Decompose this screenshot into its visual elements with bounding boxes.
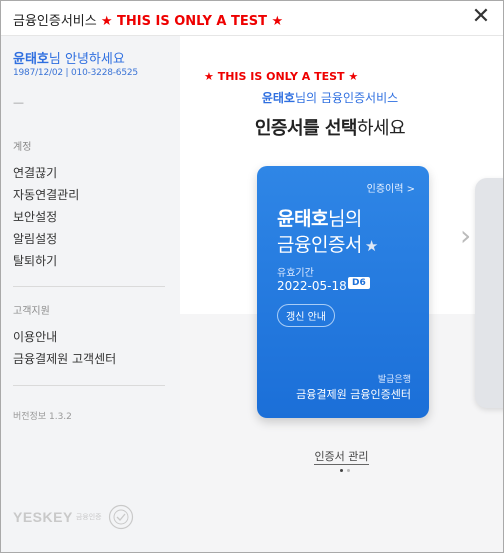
divider (13, 286, 165, 287)
card-owner-suffix: 님의 (327, 208, 362, 230)
menu-customer-center[interactable]: 금융결제원 고객센터 (13, 350, 116, 367)
page-dot[interactable] (347, 469, 350, 472)
page-dot[interactable] (340, 469, 343, 472)
placeholder-dash: — (13, 96, 24, 109)
account-section-label: 계정 (13, 142, 32, 153)
validity-label: 유효기간 (277, 268, 314, 279)
title-bar: 금융인증서비스 ★ THIS IS ONLY A TEST ★ ✕ (1, 1, 503, 36)
card-cert-name: 금융인증서 ★ (277, 230, 378, 257)
menu-withdraw[interactable]: 탈퇴하기 (13, 252, 57, 269)
certificate-card[interactable]: 인증이력 > 윤태호님의 금융인증서 ★ 유효기간 2022-05-18 D6 갱… (257, 166, 429, 418)
card-owner: 윤태호님의 (277, 204, 362, 231)
logo-sub: 금융인증 (75, 513, 102, 521)
version-info: 버전정보 1.3.2 (13, 412, 72, 422)
manage-certificate-link[interactable]: 인증서 관리 (314, 450, 369, 465)
user-info: 1987/12/02 | 010-3228-6525 (13, 68, 138, 78)
menu-disconnect[interactable]: 연결끊기 (13, 164, 57, 181)
page-indicator (340, 469, 350, 472)
cert-name-text: 금융인증서 (277, 234, 362, 256)
greeting-suffix: 님 안녕하세요 (48, 52, 125, 67)
page-heading: 인증서를 선택하세요 (180, 114, 480, 140)
renew-info-button[interactable]: 갱신 안내 (277, 304, 335, 327)
window-title: 금융인증서비스 ★ THIS IS ONLY A TEST ★ (13, 10, 283, 29)
support-section-label: 고객지원 (13, 306, 50, 317)
issuer-name: 금융결제원 금융인증센터 (296, 388, 411, 401)
validity-date: 2022-05-18 (277, 279, 347, 293)
certificate-window: 금융인증서비스 ★ THIS IS ONLY A TEST ★ ✕ 윤태호님 안… (0, 0, 504, 553)
issuer-label: 발급은행 (377, 375, 411, 385)
heading-rest: 하세요 (356, 118, 406, 139)
test-badge: ★ THIS IS ONLY A TEST ★ (100, 14, 284, 29)
star-icon: ★ (364, 237, 378, 255)
menu-usage-guide[interactable]: 이용안내 (13, 328, 57, 345)
close-button[interactable]: ✕ (467, 4, 495, 32)
dday-badge: D6 (348, 277, 370, 289)
menu-security-settings[interactable]: 보안설정 (13, 208, 57, 225)
sidebar: 윤태호님 안녕하세요 1987/12/02 | 010-3228-6525 — … (1, 36, 180, 552)
yeskey-logo: YESKEY 금융인증 (13, 504, 134, 530)
user-name: 윤태호 (13, 52, 49, 67)
auth-history-link[interactable]: 인증이력 > (367, 180, 415, 195)
card-owner-name: 윤태호 (277, 208, 328, 230)
greeting: 윤태호님 안녕하세요 (13, 48, 125, 67)
heading-bold: 인증서를 선택 (254, 118, 358, 139)
main-panel: ★ THIS IS ONLY A TEST ★ 윤태호님의 금융인증서비스 인증… (180, 36, 503, 552)
trust-seal-icon (108, 504, 133, 530)
main-test-badge: ★ THIS IS ONLY A TEST ★ (204, 70, 359, 83)
service-suffix: 님의 금융인증서비스 (294, 91, 399, 105)
next-certificate-card[interactable] (475, 178, 503, 408)
main-user-name: 윤태호 (261, 91, 295, 105)
menu-notification-settings[interactable]: 알림설정 (13, 230, 57, 247)
chevron-right-icon[interactable]: › (460, 219, 471, 252)
divider (13, 385, 165, 386)
window-title-text: 금융인증서비스 (13, 14, 97, 29)
manage-section: 인증서 관리 (180, 445, 503, 465)
menu-auto-connect[interactable]: 자동연결관리 (13, 186, 79, 203)
service-subtitle: 윤태호님의 금융인증서비스 (180, 89, 480, 106)
logo-brand: YESKEY (13, 509, 73, 525)
